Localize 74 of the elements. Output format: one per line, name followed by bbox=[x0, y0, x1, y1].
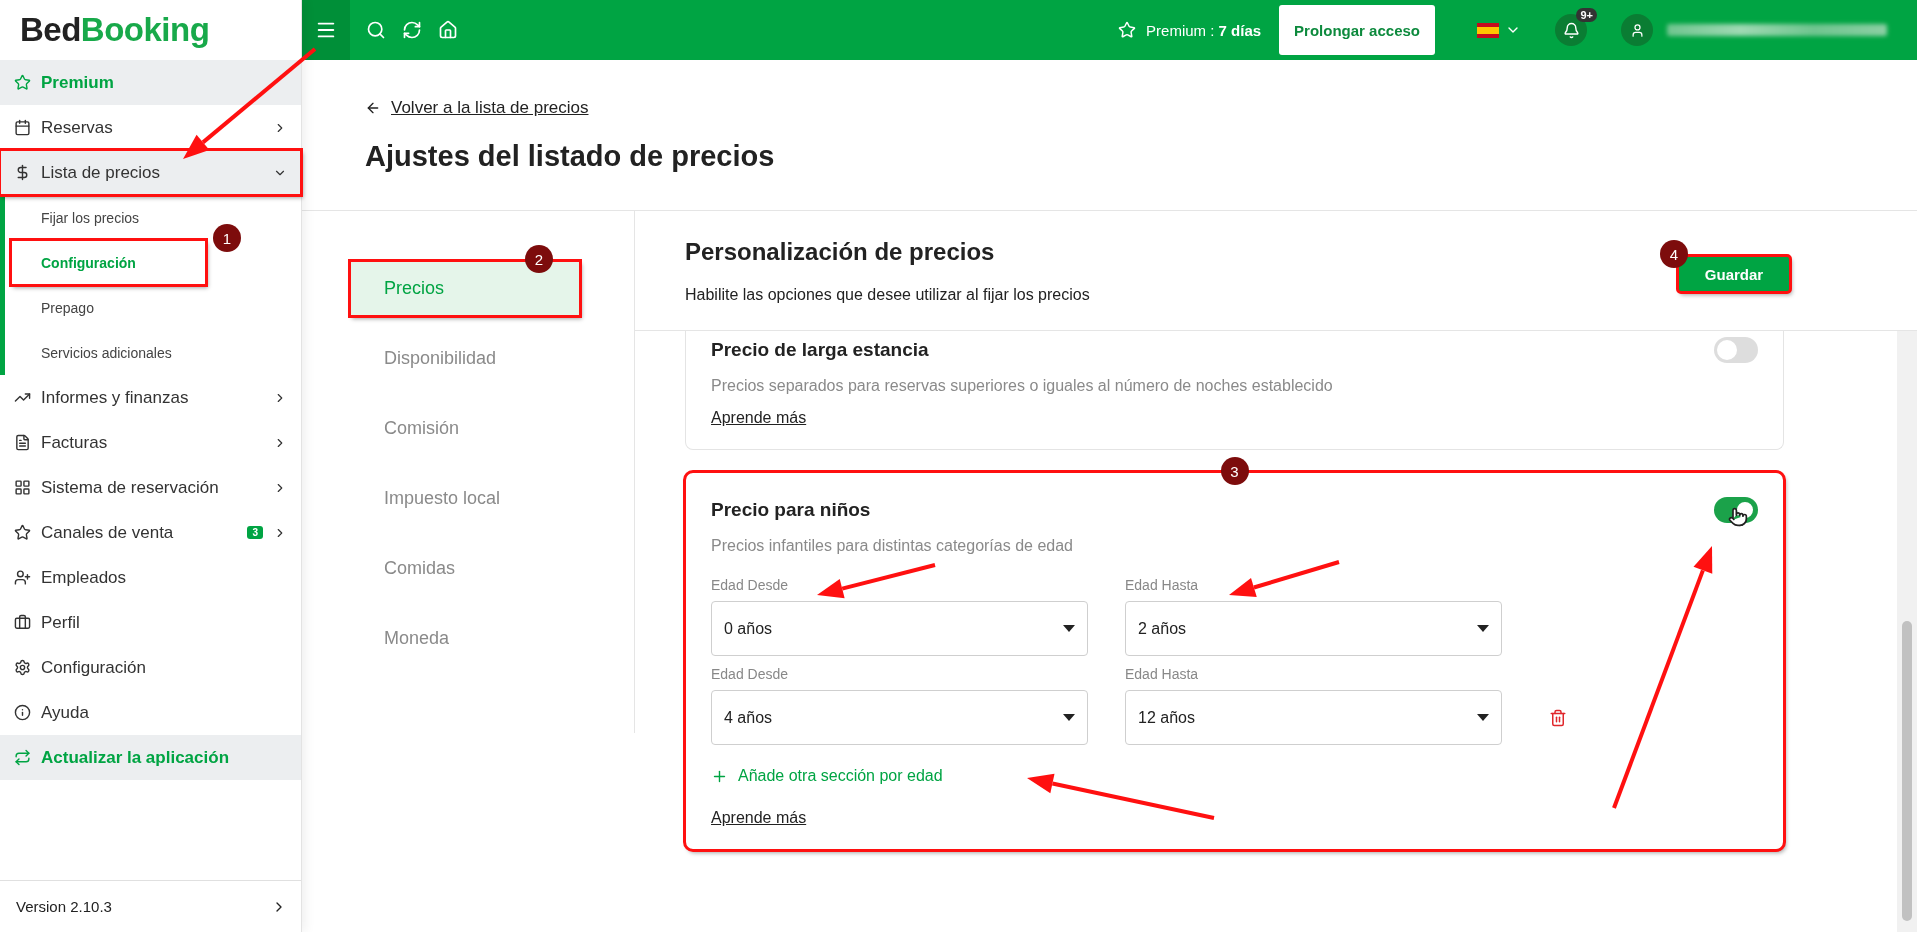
sidebar-item[interactable]: Configuración bbox=[0, 645, 301, 690]
page-title: Ajustes del listado de precios bbox=[365, 140, 776, 173]
notification-count: 9+ bbox=[1576, 8, 1597, 22]
step-number: 3 bbox=[1220, 457, 1249, 485]
home-icon[interactable] bbox=[438, 20, 458, 40]
sidebar-item[interactable]: Lista de precios bbox=[0, 150, 301, 195]
card-title: Precio de larga estancia bbox=[711, 339, 929, 361]
extend-access-button[interactable]: Prolongar acceso bbox=[1279, 5, 1435, 55]
sidebar-item[interactable]: Ayuda bbox=[0, 690, 301, 735]
step-number: 2 bbox=[525, 245, 553, 273]
arrow-left-icon bbox=[365, 100, 381, 116]
step-number: 1 bbox=[213, 224, 241, 252]
caret-icon bbox=[1477, 625, 1489, 632]
card-description: Precios infantiles para distintas categorías de edad bbox=[711, 537, 1074, 555]
menu-button[interactable] bbox=[302, 0, 350, 60]
sidebar-item[interactable]: Perfil bbox=[0, 600, 301, 645]
submenu-item[interactable]: Fijar los precios bbox=[11, 195, 206, 240]
pointer-cursor-icon bbox=[1728, 507, 1748, 527]
sidebar-item[interactable]: Facturas bbox=[0, 420, 301, 465]
caret-icon bbox=[1477, 714, 1489, 721]
menu-icon bbox=[14, 524, 31, 541]
menu-icon bbox=[14, 704, 31, 721]
section-title: Personalización de precios bbox=[685, 238, 996, 266]
step-number: 4 bbox=[1660, 240, 1688, 268]
menu-icon bbox=[14, 479, 31, 496]
card-description: Precios separados para reservas superiores o iguales al número de noches establecido bbox=[711, 377, 1334, 395]
field-label: Edad Hasta bbox=[1125, 666, 1200, 682]
settings-tab[interactable]: Disponibilidad bbox=[350, 331, 580, 386]
card-title: Precio para niños bbox=[711, 499, 871, 521]
age-dropdown[interactable]: 2 años bbox=[1125, 601, 1502, 656]
toggle-knob bbox=[1717, 340, 1737, 360]
search-icon[interactable] bbox=[366, 20, 386, 40]
age-dropdown[interactable]: 4 años bbox=[711, 690, 1088, 745]
menu-icon bbox=[14, 569, 31, 586]
settings-tab[interactable]: Comidas bbox=[350, 541, 580, 596]
menu-icon bbox=[14, 74, 31, 91]
menu-icon bbox=[14, 659, 31, 676]
bell-icon bbox=[1562, 21, 1580, 39]
premium-status: Premium : 7 días bbox=[1146, 21, 1262, 39]
learn-more-link[interactable]: Aprende más bbox=[711, 809, 807, 827]
star-icon bbox=[1118, 21, 1137, 39]
age-dropdown[interactable]: 12 años bbox=[1125, 690, 1502, 745]
count-badge: 3 bbox=[247, 526, 263, 539]
menu-icon bbox=[14, 749, 31, 766]
submenu-item[interactable]: Servicios adicionales bbox=[11, 330, 206, 375]
version-row[interactable]: Version 2.10.3 bbox=[0, 880, 301, 932]
field-label: Edad Desde bbox=[711, 666, 790, 682]
toggle-switch[interactable] bbox=[1714, 337, 1758, 363]
menu-icon bbox=[14, 614, 31, 631]
submenu-item[interactable]: Prepago bbox=[11, 285, 206, 330]
field-label: Edad Hasta bbox=[1125, 577, 1200, 593]
settings-tab[interactable]: Impuesto local bbox=[350, 471, 580, 526]
menu-icon bbox=[14, 434, 31, 451]
field-label: Edad Desde bbox=[711, 577, 790, 593]
sidebar-item[interactable]: Sistema de reservación bbox=[0, 465, 301, 510]
user-icon bbox=[1629, 22, 1645, 38]
scrollbar[interactable] bbox=[1897, 331, 1917, 932]
caret-icon bbox=[1063, 714, 1075, 721]
user-avatar-button[interactable] bbox=[1621, 14, 1653, 46]
caret-icon bbox=[1063, 625, 1075, 632]
back-link[interactable]: Volver a la lista de precios bbox=[365, 98, 589, 118]
settings-tab[interactable]: Comisión bbox=[350, 401, 580, 456]
section-subtitle: Habilite las opciones que desee utilizar al fijar los precios bbox=[685, 286, 1090, 304]
sidebar-item[interactable]: Informes y finanzas bbox=[0, 375, 301, 420]
learn-more-link[interactable]: Aprende más bbox=[711, 409, 807, 427]
settings-tab[interactable]: Moneda bbox=[350, 611, 580, 666]
sidebar-item[interactable]: Canales de venta 3 bbox=[0, 510, 301, 555]
refresh-icon[interactable] bbox=[402, 20, 422, 40]
logo[interactable]: BedBooking bbox=[0, 0, 301, 60]
age-dropdown[interactable]: 0 años bbox=[711, 601, 1088, 656]
flag-icon[interactable] bbox=[1477, 22, 1499, 38]
sidebar-item[interactable]: Reservas bbox=[0, 105, 301, 150]
menu-icon bbox=[14, 119, 31, 136]
sidebar-item[interactable]: Empleados bbox=[0, 555, 301, 600]
